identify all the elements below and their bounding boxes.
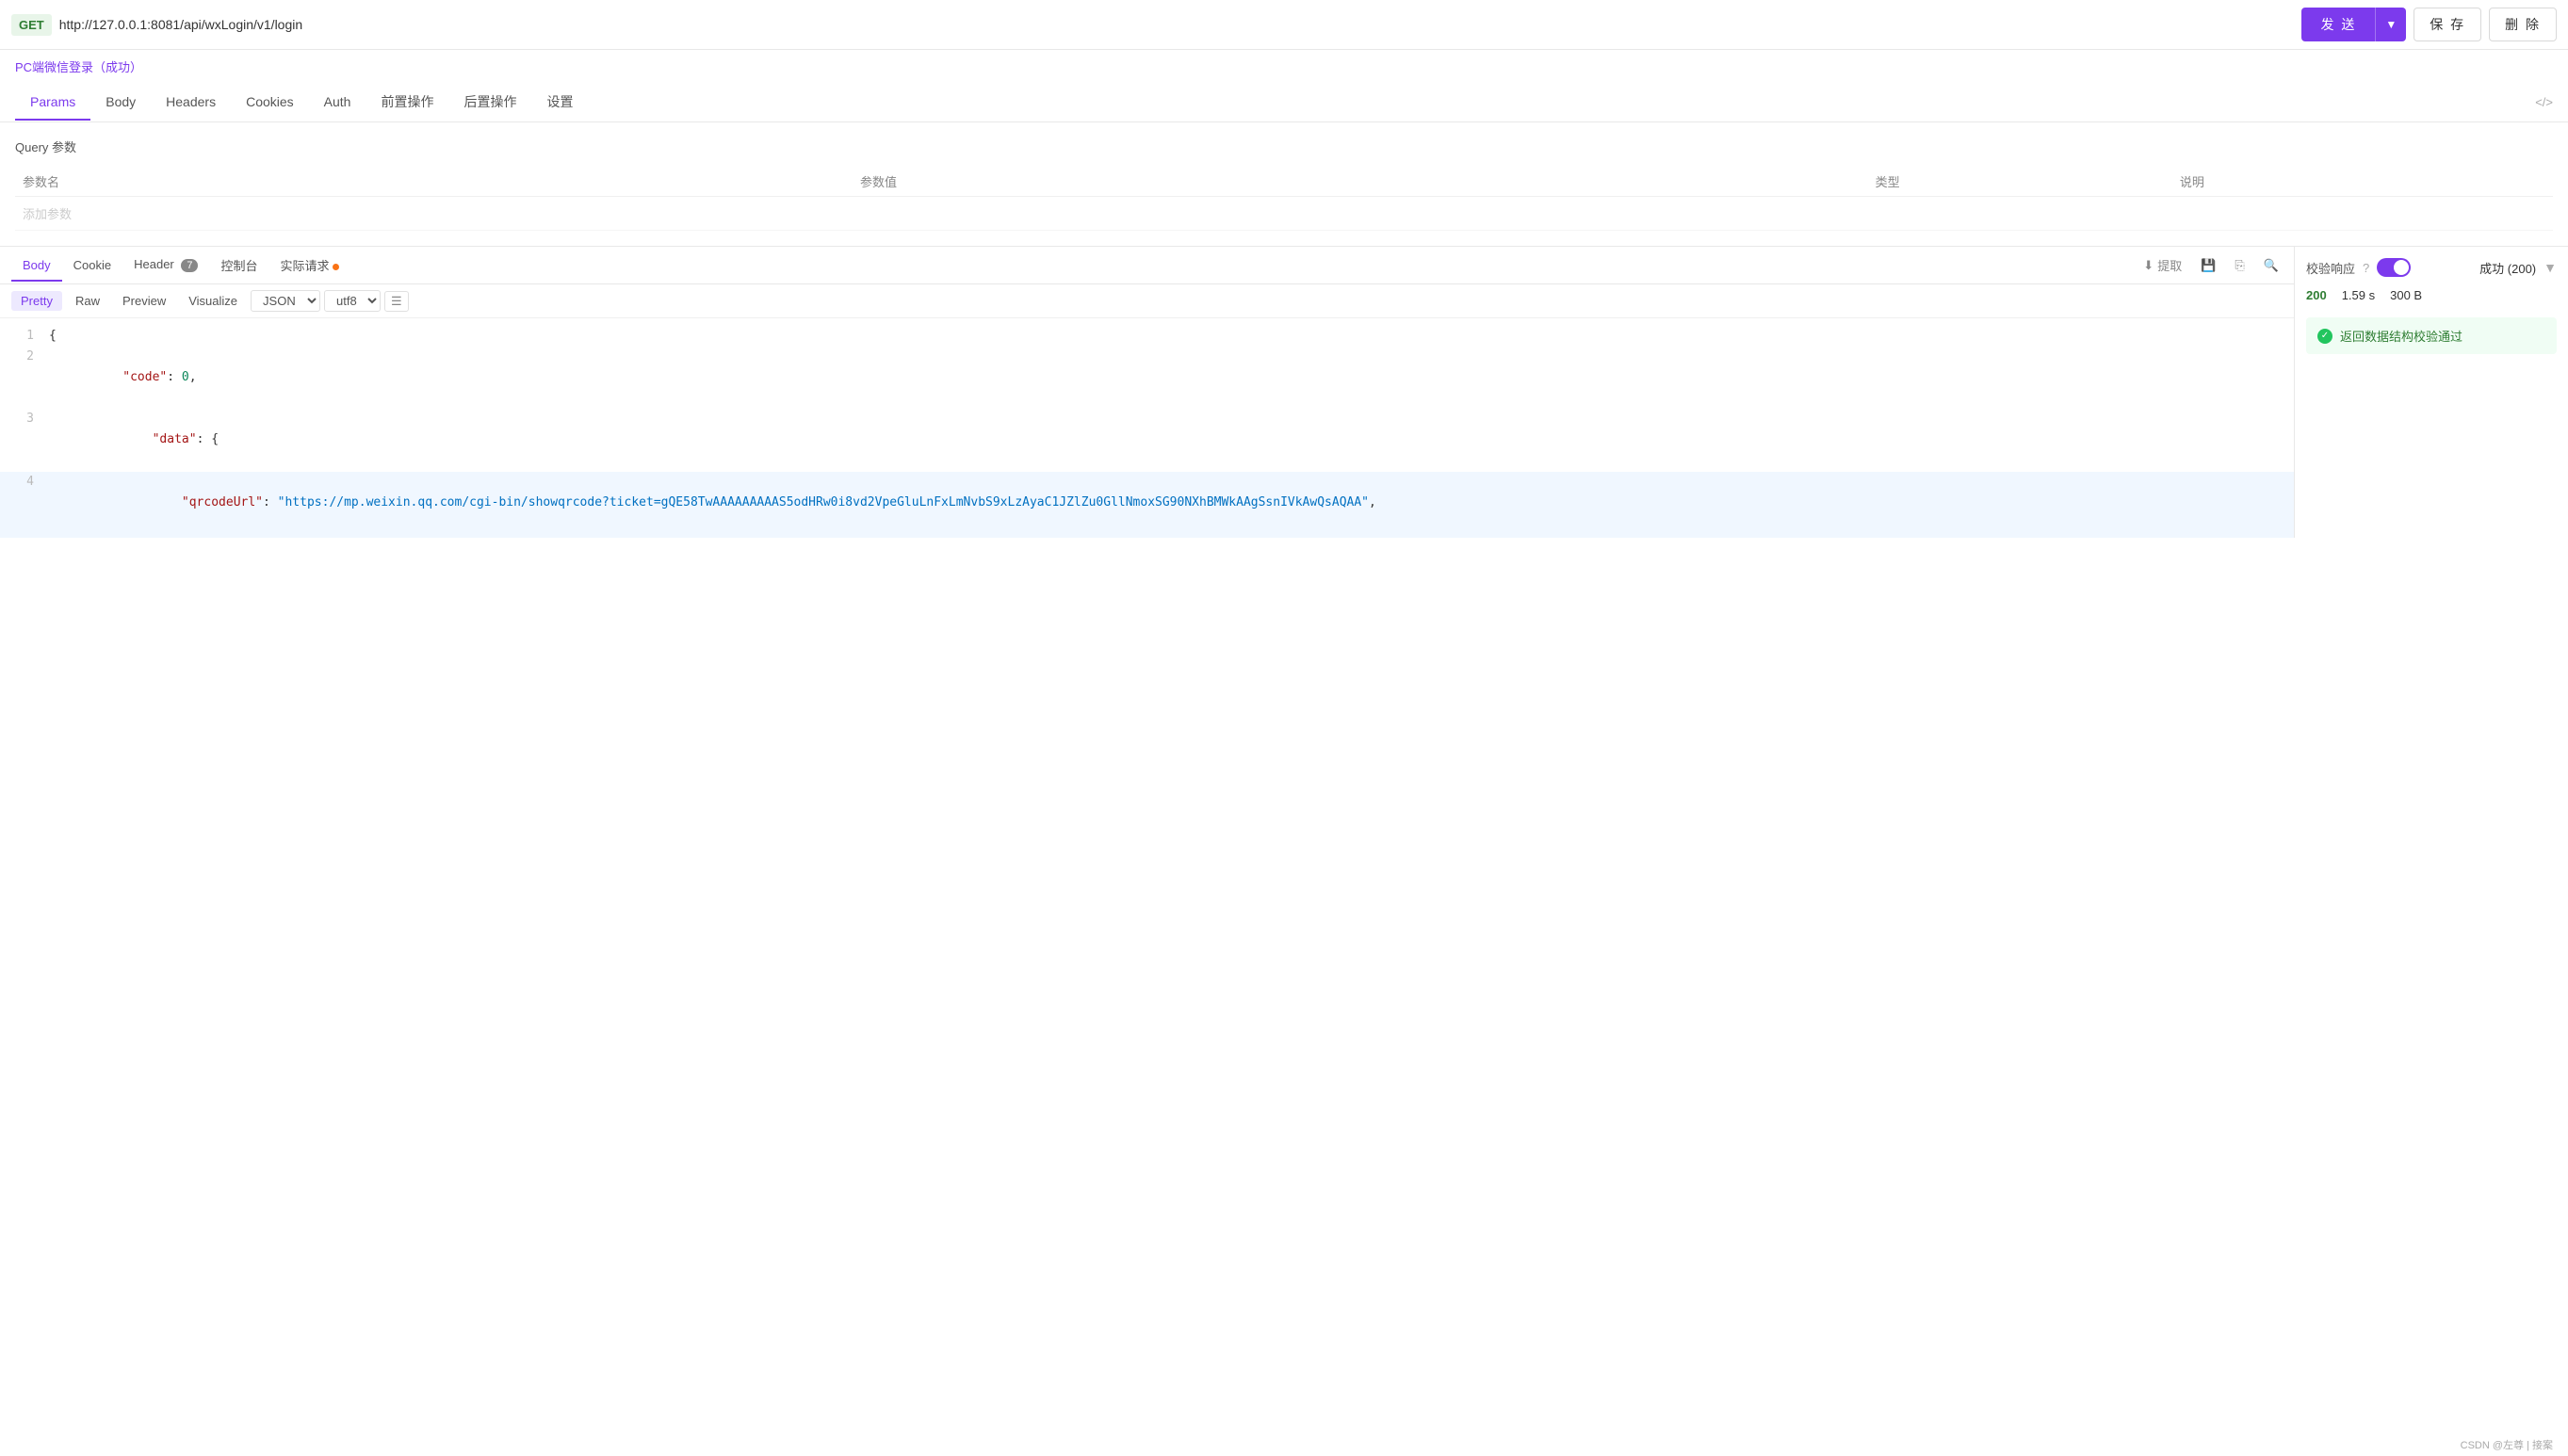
add-param-cell[interactable]: 添加参数 [15,197,2553,231]
verify-success-panel: ✓ 返回数据结构校验通过 [2306,317,2557,354]
col-header-name: 参数名 [15,167,853,197]
check-icon: ✓ [2317,329,2332,344]
add-param-row[interactable]: 添加参数 [15,197,2553,231]
footer-text: CSDN @左尊 | 接案 [2461,1440,2553,1451]
line-num-1: 1 [8,326,34,347]
stats-row: 200 1.59 s 300 B [2306,288,2557,302]
stat-code: 200 [2306,288,2327,302]
tab-auth[interactable]: Auth [309,85,366,121]
actual-request-dot [333,264,339,270]
delete-button[interactable]: 删 除 [2489,8,2557,41]
verify-row: 校验响应 ? 成功 (200) ▼ [2306,258,2557,277]
response-left: Body Cookie Header 7 控制台 实际请求 ⬇ 提取 💾 ⎘ [0,247,2295,538]
line-content-4: "qrcodeUrl": "https://mp.weixin.qq.com/c… [49,472,2286,534]
search-button[interactable]: 🔍 [2260,256,2283,275]
url-input[interactable] [59,17,2295,32]
verify-toggle[interactable] [2377,258,2411,277]
format-bar: Pretty Raw Preview Visualize JSON XML HT… [0,284,2294,318]
success-label: 成功 (200) [2479,259,2536,277]
response-toolbar: ⬇ 提取 💾 ⎘ 🔍 [2139,254,2283,276]
extract-button[interactable]: ⬇ 提取 [2139,254,2186,276]
format-tab-visualize[interactable]: Visualize [179,291,247,311]
params-section: Query 参数 参数名 参数值 类型 说明 添加参数 [0,122,2568,246]
download-icon: 💾 [2201,258,2216,273]
send-dropdown-button[interactable]: ▼ [2375,8,2406,41]
tab-params[interactable]: Params [15,85,90,121]
col-header-desc: 说明 [2172,167,2553,197]
code-toggle-icon[interactable]: </> [2535,95,2553,109]
encoding-select[interactable]: utf8 gbk [324,290,381,312]
format-align-icon[interactable]: ☰ [384,291,409,312]
response-tabs-row: Body Cookie Header 7 控制台 实际请求 ⬇ 提取 💾 ⎘ [0,247,2294,284]
resp-tab-body[interactable]: Body [11,251,62,282]
resp-tab-cookie[interactable]: Cookie [62,251,122,282]
code-line-3: 3 "data": { [0,409,2294,471]
line-num-4: 4 [8,472,34,534]
resp-tab-console[interactable]: 控制台 [209,249,268,283]
params-section-title: Query 参数 [15,138,2553,155]
params-table: 参数名 参数值 类型 说明 添加参数 [15,167,2553,231]
response-right-panel: 校验响应 ? 成功 (200) ▼ 200 1.59 s 300 B ✓ 返回数… [2295,247,2568,538]
tab-cookies[interactable]: Cookies [231,85,309,121]
tab-pre-op[interactable]: 前置操作 [366,83,448,122]
request-title: PC端微信登录（成功） [15,60,142,74]
format-tab-raw[interactable]: Raw [66,291,109,311]
search-icon: 🔍 [2264,258,2279,273]
top-bar: GET 发 送 ▼ 保 存 删 除 [0,0,2568,50]
code-line-4: 4 "qrcodeUrl": "https://mp.weixin.qq.com… [0,472,2294,534]
resp-tab-actual[interactable]: 实际请求 [269,249,350,283]
download-button[interactable]: 💾 [2197,256,2219,275]
format-tab-pretty[interactable]: Pretty [11,291,62,311]
code-line-1: 1 { [0,326,2294,347]
copy-icon: ⎘ [2235,258,2244,273]
extract-icon: ⬇ [2143,258,2154,273]
header-badge: 7 [181,259,198,272]
bottom-section: Body Cookie Header 7 控制台 实际请求 ⬇ 提取 💾 ⎘ [0,246,2568,538]
verify-label: 校验响应 [2306,259,2355,277]
line-num-2: 2 [8,347,34,409]
format-tab-preview[interactable]: Preview [113,291,175,311]
tab-settings[interactable]: 设置 [531,83,588,122]
line-num-3: 3 [8,409,34,471]
code-area: 1 { 2 "code": 0, 3 "data": { 4 "qrco [0,318,2294,538]
title-row: PC端微信登录（成功） [0,50,2568,83]
extract-label: 提取 [2157,256,2182,274]
tab-headers[interactable]: Headers [151,85,231,121]
copy-button[interactable]: ⎘ [2231,256,2248,275]
method-badge: GET [11,14,52,36]
request-tabs-row: Params Body Headers Cookies Auth 前置操作 后置… [0,83,2568,122]
send-btn-group: 发 送 ▼ [2301,8,2406,41]
footer: CSDN @左尊 | 接案 [2446,1433,2568,1456]
stat-size: 300 B [2390,288,2422,302]
line-content-3: "data": { [49,409,2286,471]
help-icon: ? [2363,261,2369,275]
save-button[interactable]: 保 存 [2414,8,2481,41]
resp-tab-header[interactable]: Header 7 [122,250,209,282]
code-line-5: 5 "ticket": "gQE58TwAAAAAAAAAS5odHRw0i8v… [0,534,2294,538]
send-button[interactable]: 发 送 [2301,8,2375,41]
col-header-value: 参数值 [853,167,1868,197]
stat-time: 1.59 s [2342,288,2375,302]
tab-post-op[interactable]: 后置操作 [448,83,531,122]
col-header-type: 类型 [1868,167,2172,197]
line-content-2: "code": 0, [49,347,2286,409]
tab-body[interactable]: Body [90,85,151,121]
chevron-down-icon[interactable]: ▼ [2544,260,2557,275]
json-format-select[interactable]: JSON XML HTML Text [251,290,320,312]
line-num-5: 5 [8,534,34,538]
line-content-1: { [49,326,2286,347]
code-line-2: 2 "code": 0, [0,347,2294,409]
verify-result-text: 返回数据结构校验通过 [2340,327,2462,345]
line-content-5: "ticket": "gQE58TwAAAAAAAAAS5odHRw0i8vd2… [49,534,2286,538]
